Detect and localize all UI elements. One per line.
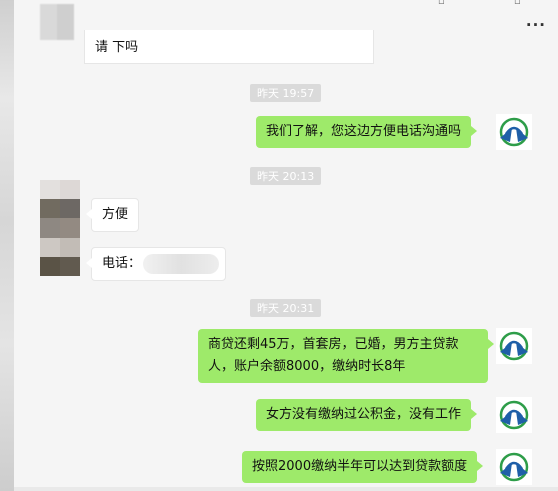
message-text: 商贷还剩45万，首套房，已婚，男方主贷款: [208, 337, 459, 352]
company-logo-icon[interactable]: [496, 328, 532, 364]
input-area-edge: [14, 487, 558, 491]
message-text: 电话：: [102, 256, 142, 271]
sent-message[interactable]: 女方没有缴纳过公积金，没有工作: [256, 399, 478, 431]
received-message[interactable]: 电话：: [85, 247, 227, 281]
message-text: 按照2000缴纳半年可以达到贷款额度: [252, 459, 468, 474]
company-logo-icon[interactable]: [496, 449, 532, 485]
blurred-avatar: [40, 4, 74, 40]
message-text: 女方没有缴纳过公积金，没有工作: [266, 407, 462, 422]
top-dot-icon: ▫: [514, 0, 521, 7]
received-message[interactable]: 方便: [85, 198, 140, 232]
chat-area[interactable]: ▫ ▫ ··· 请 下吗 昨天 19:57 我们了解，您这边方便电话沟通吗 昨天…: [14, 0, 558, 491]
message-text: 方便: [102, 207, 129, 222]
message-text: 我们了解，您这边方便电话沟通吗: [266, 124, 462, 139]
partial-message: 请 下吗: [84, 30, 374, 64]
sent-message[interactable]: 按照2000缴纳半年可以达到贷款额度: [242, 451, 484, 483]
partial-message-text: 请 下吗: [95, 40, 139, 55]
timestamp: 昨天 20:31: [250, 299, 322, 317]
sent-message[interactable]: 商贷还剩45万，首套房，已婚，男方主贷款 人，账户余额8000，缴纳时长8年: [198, 329, 494, 383]
timestamp: 昨天 19:57: [250, 84, 322, 102]
message-text: 人，账户余额8000，缴纳时长8年: [208, 359, 406, 374]
more-icon[interactable]: ···: [526, 16, 546, 34]
redacted-phone: [143, 253, 220, 274]
company-logo-icon[interactable]: [496, 397, 532, 433]
company-logo-icon[interactable]: [496, 114, 532, 150]
user-avatar[interactable]: [40, 180, 80, 276]
timestamp: 昨天 20:13: [250, 167, 322, 185]
left-panel-edge: [0, 0, 14, 491]
top-dot-icon: ▫: [438, 0, 445, 7]
sent-message[interactable]: 我们了解，您这边方便电话沟通吗: [256, 116, 478, 148]
